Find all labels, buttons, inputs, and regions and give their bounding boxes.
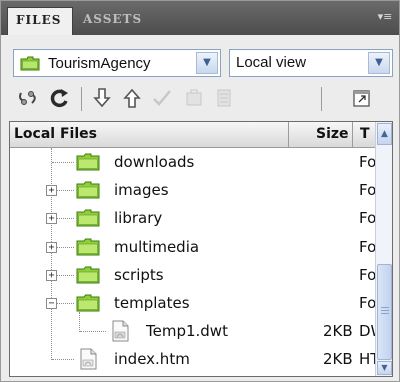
view-select[interactable]: Local view ▼ — [229, 49, 393, 77]
scrollbar-grip — [381, 310, 389, 311]
view-select-value: Local view — [236, 54, 307, 71]
connect-icon[interactable] — [15, 85, 41, 111]
check-out-icon[interactable] — [149, 85, 175, 111]
folder-icon — [76, 294, 100, 312]
file-name: Temp1.dwt — [146, 322, 228, 341]
file-type: Fo — [359, 237, 375, 256]
scroll-down-arrow-icon[interactable]: ▼ — [377, 361, 392, 375]
tree-connector — [52, 359, 74, 361]
file-type: Fo — [359, 265, 375, 284]
scrollbar-grip — [381, 307, 389, 308]
column-divider[interactable] — [352, 122, 353, 148]
column-divider[interactable] — [288, 122, 289, 148]
file-name: scripts — [114, 265, 164, 284]
html-file-icon — [79, 348, 97, 370]
files-toolbar — [13, 85, 393, 113]
refresh-icon[interactable] — [47, 85, 73, 111]
folder-icon — [76, 153, 100, 171]
tree-connector — [80, 331, 106, 333]
folder-row[interactable]: − templates Fo — [10, 289, 376, 317]
put-files-icon[interactable] — [119, 85, 145, 111]
folder-row[interactable]: + images Fo — [10, 176, 376, 204]
file-name: downloads — [114, 153, 195, 171]
file-name: templates — [114, 294, 190, 312]
file-name: multimedia — [114, 237, 200, 256]
tree-connector — [52, 162, 74, 163]
file-tree: Local Files Size T downloads Fo + images Fo +… — [9, 121, 393, 377]
site-folder-icon — [20, 56, 40, 71]
get-files-icon[interactable] — [89, 85, 115, 111]
folder-row[interactable]: + multimedia Fo — [10, 233, 376, 261]
scroll-up-arrow-icon[interactable]: ▲ — [377, 123, 392, 145]
folder-row[interactable]: downloads Fo — [10, 148, 376, 176]
expand-plus-icon[interactable]: + — [46, 269, 57, 281]
file-type: Fo — [359, 181, 375, 200]
file-name: index.htm — [114, 350, 190, 369]
vertical-scrollbar[interactable]: ▲ ▼ — [375, 122, 392, 376]
site-select-value: TourismAgency — [48, 55, 151, 72]
folder-icon — [76, 181, 100, 199]
file-type: HT — [359, 350, 375, 369]
template-file-icon — [111, 320, 129, 342]
column-header-type[interactable]: T — [360, 126, 370, 142]
file-type: Fo — [359, 153, 375, 171]
expand-icon[interactable] — [349, 85, 375, 111]
site-select[interactable]: TourismAgency ▼ — [13, 49, 221, 77]
file-name: library — [114, 209, 163, 228]
folder-icon — [76, 238, 100, 256]
folder-row[interactable]: + scripts Fo — [10, 261, 376, 289]
tab-files[interactable]: FILES — [7, 7, 73, 35]
scrollbar-grip — [381, 313, 389, 314]
file-type: Fo — [359, 209, 375, 228]
file-row[interactable]: index.htm 2KB HT — [10, 345, 376, 373]
file-size: 2KB — [323, 322, 353, 341]
collapse-minus-icon[interactable]: − — [46, 298, 57, 309]
files-panel: FILES ASSETS ▾≡ TourismAgency ▼ Local vi… — [0, 0, 400, 382]
scrollbar-thumb[interactable] — [377, 264, 392, 360]
file-type: Fo — [359, 294, 375, 312]
tab-files-label: FILES — [16, 13, 62, 27]
tab-assets-label: ASSETS — [83, 12, 143, 26]
column-header: Local Files Size T — [10, 122, 376, 148]
site-select-chevron-down-icon[interactable]: ▼ — [196, 52, 218, 74]
file-size: 2KB — [323, 350, 353, 369]
column-header-local-files[interactable]: Local Files — [14, 126, 97, 142]
synchronize-icon[interactable] — [211, 85, 237, 111]
panel-tab-bar: FILES ASSETS ▾≡ — [1, 1, 399, 35]
view-select-chevron-down-icon[interactable]: ▼ — [368, 52, 390, 74]
toolbar-divider — [321, 87, 322, 111]
folder-icon — [76, 266, 100, 284]
file-row[interactable]: Temp1.dwt 2KB DW — [10, 317, 376, 345]
folder-row[interactable]: + library Fo — [10, 204, 376, 232]
file-type: DW — [359, 322, 375, 341]
folder-icon — [76, 209, 100, 227]
tab-assets[interactable]: ASSETS — [75, 7, 151, 35]
check-in-icon[interactable] — [181, 85, 207, 111]
expand-plus-icon[interactable]: + — [46, 213, 57, 225]
column-header-size[interactable]: Size — [316, 126, 349, 142]
file-name: images — [114, 181, 169, 200]
expand-plus-icon[interactable]: + — [46, 241, 57, 253]
expand-plus-icon[interactable]: + — [46, 185, 57, 197]
toolbar-divider — [81, 87, 82, 111]
panel-options-menu-icon[interactable]: ▾≡ — [377, 10, 393, 24]
